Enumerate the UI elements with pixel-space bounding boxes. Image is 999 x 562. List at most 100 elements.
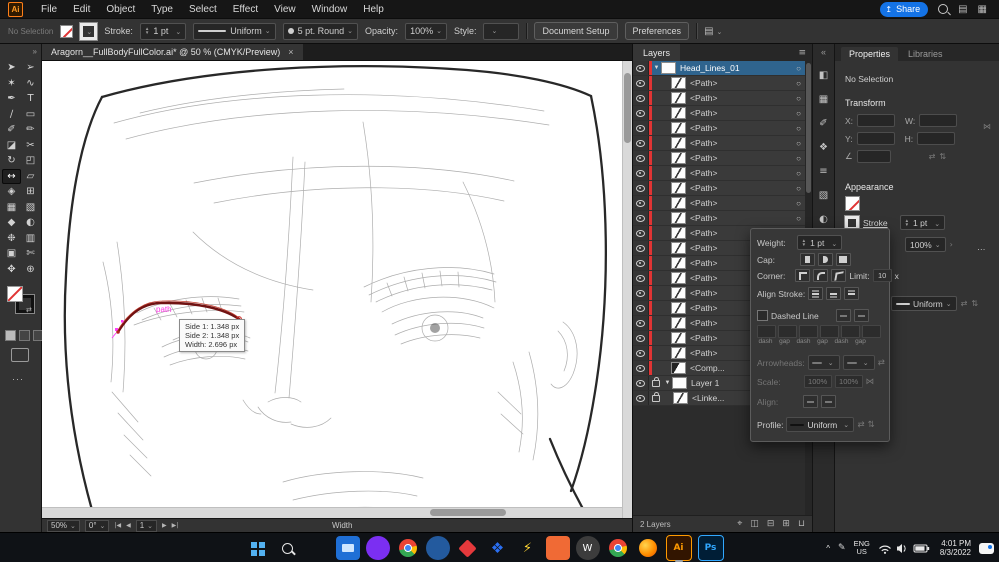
previous-artboard-icon[interactable]: ◀: [126, 522, 131, 529]
visibility-eye-icon[interactable]: [633, 271, 649, 285]
visibility-eye-icon[interactable]: [633, 301, 649, 315]
layer-thumbnail[interactable]: [671, 122, 686, 134]
rotate-tool[interactable]: ↻: [2, 153, 21, 169]
target-circle-icon[interactable]: [793, 79, 804, 88]
visibility-eye-icon[interactable]: [633, 226, 649, 240]
opacity-options-arrow-icon[interactable]: ›: [950, 240, 953, 249]
flip-vertical-icon[interactable]: ⇅: [939, 152, 946, 161]
photoshop-icon[interactable]: Ps: [698, 535, 724, 561]
x-input[interactable]: [857, 114, 895, 127]
panel-menu-icon[interactable]: ≡: [798, 48, 806, 58]
target-circle-icon[interactable]: [793, 124, 804, 133]
chrome-icon[interactable]: [396, 536, 420, 560]
visibility-eye-icon[interactable]: [633, 331, 649, 345]
pen-tool[interactable]: ✒: [2, 91, 21, 107]
blend-tool[interactable]: ◐: [21, 215, 40, 231]
illustrator-icon[interactable]: Ai: [666, 535, 692, 561]
layer-thumbnail[interactable]: [671, 287, 686, 299]
layer-thumbnail[interactable]: [671, 227, 686, 239]
magic-wand-tool[interactable]: ✶: [2, 76, 21, 92]
layer-thumbnail[interactable]: [661, 62, 676, 74]
w-input[interactable]: [919, 114, 957, 127]
draw-normal-mode-button[interactable]: [5, 330, 16, 341]
layer-thumbnail[interactable]: [671, 152, 686, 164]
align-outside-button[interactable]: [844, 287, 859, 300]
toolbar-collapse-icon[interactable]: »: [33, 47, 37, 56]
layer-thumbnail[interactable]: [671, 242, 686, 254]
artboard-canvas[interactable]: path Side 1: 1.348 px Side 2: 1.348 px W…: [42, 61, 622, 518]
rotation-dropdown[interactable]: 0°: [85, 520, 110, 532]
profile-dropdown[interactable]: Uniform: [786, 417, 854, 432]
pencil-tool[interactable]: ✏: [21, 122, 40, 138]
layer-thumbnail[interactable]: [671, 257, 686, 269]
flip-along-icon[interactable]: ⇄: [857, 420, 864, 430]
locate-object-button[interactable]: ⌖: [737, 519, 742, 529]
layer-thumbnail[interactable]: [671, 107, 686, 119]
menu-select[interactable]: Select: [181, 0, 225, 18]
firefox-icon[interactable]: [636, 536, 660, 560]
visibility-eye-icon[interactable]: [633, 181, 649, 195]
visibility-eye-icon[interactable]: [633, 91, 649, 105]
scale-end-input[interactable]: 100%: [835, 375, 863, 388]
scissors-tool[interactable]: ✂: [21, 138, 40, 154]
layer-thumbnail[interactable]: [671, 272, 686, 284]
visibility-eye-icon[interactable]: [633, 61, 649, 75]
visibility-eye-icon[interactable]: [633, 166, 649, 180]
align-tip-button[interactable]: [803, 395, 818, 408]
opacity-dropdown[interactable]: 100%: [905, 237, 946, 252]
flip-along-icon[interactable]: ⇄: [961, 299, 968, 308]
stroke-panel-link[interactable]: Stroke: [863, 218, 888, 228]
visibility-eye-icon[interactable]: [633, 316, 649, 330]
visibility-eye-icon[interactable]: [633, 256, 649, 270]
angle-input[interactable]: [857, 150, 891, 163]
target-circle-icon[interactable]: [793, 109, 804, 118]
arrowhead-start-dropdown[interactable]: [808, 355, 840, 370]
bevel-join-button[interactable]: [831, 269, 846, 282]
dash-input-2[interactable]: [799, 325, 818, 338]
close-document-icon[interactable]: ×: [288, 47, 293, 57]
layer-thumbnail[interactable]: [671, 92, 686, 104]
projecting-cap-button[interactable]: [836, 253, 851, 266]
artboard-number-dropdown[interactable]: 1: [136, 520, 157, 532]
tab-libraries[interactable]: Libraries: [900, 47, 951, 61]
vertical-scrollbar[interactable]: [622, 61, 632, 518]
miter-join-button[interactable]: [795, 269, 810, 282]
layer-thumbnail[interactable]: [671, 167, 686, 179]
brushes-panel-icon[interactable]: ✐: [819, 118, 827, 129]
swap-fill-stroke-icon[interactable]: ⇄: [26, 306, 32, 314]
width-profile-dropdown[interactable]: Uniform: [193, 23, 275, 40]
layer-thumbnail[interactable]: [671, 362, 686, 374]
layer-row-path[interactable]: <Path>: [633, 181, 812, 196]
preserve-dash-button[interactable]: [836, 309, 851, 322]
gap-input-2[interactable]: [820, 325, 839, 338]
butt-cap-button[interactable]: [800, 253, 815, 266]
type-tool[interactable]: T: [21, 91, 40, 107]
menu-file[interactable]: File: [33, 0, 65, 18]
stepper-arrows-icon[interactable]: ▲▼: [145, 27, 149, 35]
layer-row-path[interactable]: <Path>: [633, 151, 812, 166]
dash-input-3[interactable]: [841, 325, 860, 338]
blue-app-icon[interactable]: [426, 536, 450, 560]
symbol-sprayer-tool[interactable]: ❉: [2, 231, 21, 247]
purple-app-icon[interactable]: [366, 536, 390, 560]
share-button[interactable]: ↥ Share: [880, 2, 928, 17]
scale-start-input[interactable]: 100%: [804, 375, 832, 388]
lock-icon[interactable]: [652, 395, 660, 402]
line-segment-tool[interactable]: ∕: [2, 107, 21, 123]
layer-row-path[interactable]: <Path>: [633, 196, 812, 211]
search-icon[interactable]: [938, 4, 948, 14]
toolbar-fill-swatch[interactable]: [7, 286, 23, 302]
miter-limit-input[interactable]: 10: [873, 269, 892, 282]
layer-row-path[interactable]: <Path>: [633, 106, 812, 121]
weight-stepper[interactable]: ▲▼ 1 pt: [797, 235, 843, 250]
swap-arrowheads-icon[interactable]: ⇄: [878, 358, 885, 368]
flip-across-icon[interactable]: ⇅: [971, 299, 978, 308]
mesh-tool[interactable]: ▦: [2, 200, 21, 216]
link-scale-icon[interactable]: ⋈: [866, 377, 875, 387]
visibility-eye-icon[interactable]: [633, 136, 649, 150]
new-layer-button[interactable]: ⊞: [782, 519, 790, 529]
start-button[interactable]: [246, 536, 270, 560]
horizontal-scrollbar[interactable]: [42, 507, 622, 518]
preferences-button[interactable]: Preferences: [625, 22, 690, 40]
shape-builder-tool[interactable]: ◈: [2, 184, 21, 200]
